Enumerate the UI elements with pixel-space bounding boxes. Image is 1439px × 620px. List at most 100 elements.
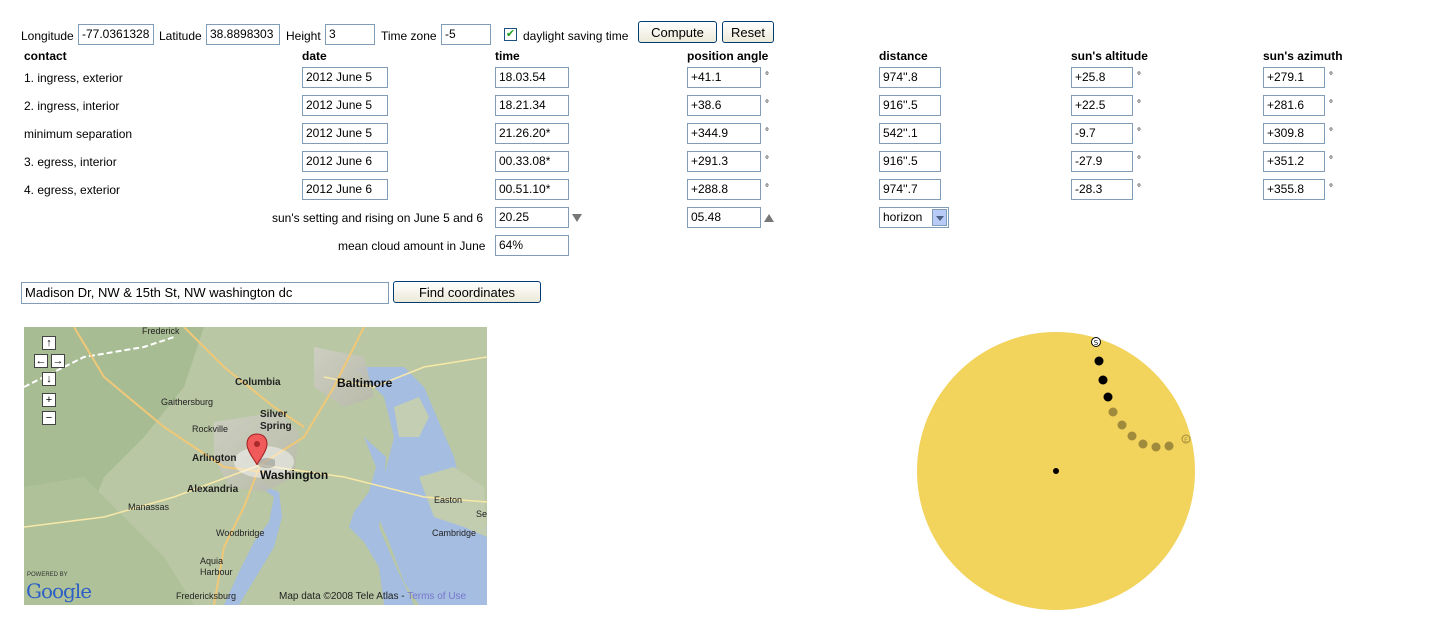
altitude-field[interactable]: -9.7 bbox=[1071, 123, 1133, 144]
height-input[interactable]: 3 bbox=[325, 24, 375, 45]
time-field[interactable]: 18.03.54 bbox=[495, 67, 569, 88]
degree-symbol: ° bbox=[1137, 155, 1141, 166]
azimuth-field[interactable]: +309.8 bbox=[1263, 123, 1325, 144]
zoom-out-icon[interactable]: − bbox=[42, 411, 56, 425]
sunrise-field[interactable]: 05.48 bbox=[687, 207, 761, 228]
dst-checkbox[interactable]: ✔ bbox=[504, 28, 517, 41]
map-copyright: Map data ©2008 Tele Atlas - Terms of Use bbox=[279, 591, 466, 602]
distance-field[interactable]: 542''.1 bbox=[879, 123, 941, 144]
height-label: Height bbox=[286, 29, 321, 43]
date-field[interactable]: 2012 June 5 bbox=[302, 67, 388, 88]
altitude-field[interactable]: +22.5 bbox=[1071, 95, 1133, 116]
altitude-field[interactable]: -27.9 bbox=[1071, 151, 1133, 172]
transit-point-below-horizon bbox=[1117, 420, 1127, 430]
city-label-frederick: Frederick bbox=[142, 327, 180, 336]
transit-point-below-horizon bbox=[1151, 442, 1161, 452]
degree-symbol: ° bbox=[1329, 71, 1333, 82]
degree-symbol: ° bbox=[765, 99, 769, 110]
date-field[interactable]: 2012 June 5 bbox=[302, 95, 388, 116]
degree-symbol: ° bbox=[765, 127, 769, 138]
contact-label: minimum separation bbox=[24, 127, 133, 141]
contact-label: 1. ingress, exterior bbox=[24, 71, 123, 85]
degree-symbol: ° bbox=[1137, 71, 1141, 82]
horizon-select[interactable]: horizon bbox=[879, 207, 949, 228]
map-view[interactable]: ↑ ← → ↓ + − Frederick Columbia Baltimore… bbox=[24, 327, 487, 605]
dst-label: daylight saving time bbox=[523, 29, 629, 43]
city-label-fredericksburg: Fredericksburg bbox=[176, 591, 237, 601]
pan-down-icon[interactable]: ↓ bbox=[42, 372, 56, 386]
degree-symbol: ° bbox=[1329, 99, 1333, 110]
reset-button[interactable]: Reset bbox=[722, 21, 774, 43]
sunset-down-arrow-icon bbox=[572, 214, 582, 222]
terms-of-use-link[interactable]: Terms of Use bbox=[407, 591, 466, 602]
degree-symbol: ° bbox=[1329, 183, 1333, 194]
sun-setting-rising-label: sun's setting and rising on June 5 and 6 bbox=[272, 211, 484, 225]
date-field[interactable]: 2012 June 6 bbox=[302, 179, 388, 200]
pan-up-icon[interactable]: ↑ bbox=[42, 336, 56, 350]
degree-symbol: ° bbox=[1137, 99, 1141, 110]
degree-symbol: ° bbox=[765, 183, 769, 194]
start-marker-label: S bbox=[1094, 339, 1099, 347]
time-field[interactable]: 18.21.34 bbox=[495, 95, 569, 116]
city-label-baltimore: Baltimore bbox=[337, 376, 393, 390]
sunset-field[interactable]: 20.25 bbox=[495, 207, 569, 228]
azimuth-field[interactable]: +281.6 bbox=[1263, 95, 1325, 116]
time-field[interactable]: 00.51.10* bbox=[495, 179, 569, 200]
degree-symbol: ° bbox=[765, 155, 769, 166]
transit-point-visible bbox=[1094, 356, 1104, 366]
chevron-down-icon[interactable] bbox=[932, 209, 947, 226]
position-angle-field[interactable]: +38.6 bbox=[687, 95, 761, 116]
transit-point-below-horizon bbox=[1164, 441, 1174, 451]
azimuth-field[interactable]: +351.2 bbox=[1263, 151, 1325, 172]
zoom-in-icon[interactable]: + bbox=[42, 393, 56, 407]
header-sun-azimuth: sun's azimuth bbox=[1263, 49, 1343, 63]
altitude-field[interactable]: -28.3 bbox=[1071, 179, 1133, 200]
contact-label: 2. ingress, interior bbox=[24, 99, 120, 113]
city-label-woodbridge: Woodbridge bbox=[216, 528, 265, 538]
header-time: time bbox=[495, 49, 520, 63]
address-input[interactable]: Madison Dr, NW & 15th St, NW washington … bbox=[21, 282, 389, 304]
azimuth-field[interactable]: +355.8 bbox=[1263, 179, 1325, 200]
compute-button[interactable]: Compute bbox=[638, 21, 717, 43]
powered-by-label: POWERED BY bbox=[27, 572, 68, 578]
position-angle-field[interactable]: +291.3 bbox=[687, 151, 761, 172]
transit-diagram: S E bbox=[917, 332, 1195, 610]
transit-point-below-horizon bbox=[1138, 439, 1148, 449]
longitude-input[interactable]: -77.0361328 bbox=[78, 24, 154, 45]
header-contact: contact bbox=[24, 49, 67, 63]
cloud-amount-field[interactable]: 64% bbox=[495, 235, 569, 256]
city-label-arlington: Arlington bbox=[192, 453, 237, 464]
distance-field[interactable]: 974''.7 bbox=[879, 179, 941, 200]
header-position-angle: position angle bbox=[687, 49, 769, 63]
date-field[interactable]: 2012 June 6 bbox=[302, 151, 388, 172]
time-field[interactable]: 00.33.08* bbox=[495, 151, 569, 172]
distance-field[interactable]: 974''.8 bbox=[879, 67, 941, 88]
header-date: date bbox=[302, 49, 327, 63]
distance-field[interactable]: 916''.5 bbox=[879, 151, 941, 172]
degree-symbol: ° bbox=[765, 71, 769, 82]
position-angle-field[interactable]: +344.9 bbox=[687, 123, 761, 144]
transit-point-below-horizon bbox=[1108, 407, 1118, 417]
transit-point-visible bbox=[1103, 392, 1113, 402]
timezone-input[interactable]: -5 bbox=[441, 24, 491, 45]
find-coordinates-button[interactable]: Find coordinates bbox=[393, 281, 541, 303]
position-angle-field[interactable]: +288.8 bbox=[687, 179, 761, 200]
distance-field[interactable]: 916''.5 bbox=[879, 95, 941, 116]
city-label-aquia-harbour: Aquia Harbour bbox=[200, 556, 233, 577]
city-label-cambridge: Cambridge bbox=[432, 528, 477, 538]
date-field[interactable]: 2012 June 5 bbox=[302, 123, 388, 144]
pan-left-icon[interactable]: ← bbox=[34, 354, 48, 368]
cloud-amount-label: mean cloud amount in June bbox=[338, 239, 486, 253]
sunrise-up-arrow-icon bbox=[764, 214, 774, 222]
location-pin-icon[interactable] bbox=[245, 433, 275, 473]
latitude-label: Latitude bbox=[159, 29, 202, 43]
transit-point-visible bbox=[1098, 375, 1108, 385]
azimuth-field[interactable]: +279.1 bbox=[1263, 67, 1325, 88]
latitude-input[interactable]: 38.8898303 bbox=[206, 24, 280, 45]
position-angle-field[interactable]: +41.1 bbox=[687, 67, 761, 88]
timezone-label: Time zone bbox=[381, 29, 437, 43]
time-field[interactable]: 21.26.20* bbox=[495, 123, 569, 144]
altitude-field[interactable]: +25.8 bbox=[1071, 67, 1133, 88]
city-label-easton: Easton bbox=[434, 495, 463, 505]
pan-right-icon[interactable]: → bbox=[51, 354, 65, 368]
